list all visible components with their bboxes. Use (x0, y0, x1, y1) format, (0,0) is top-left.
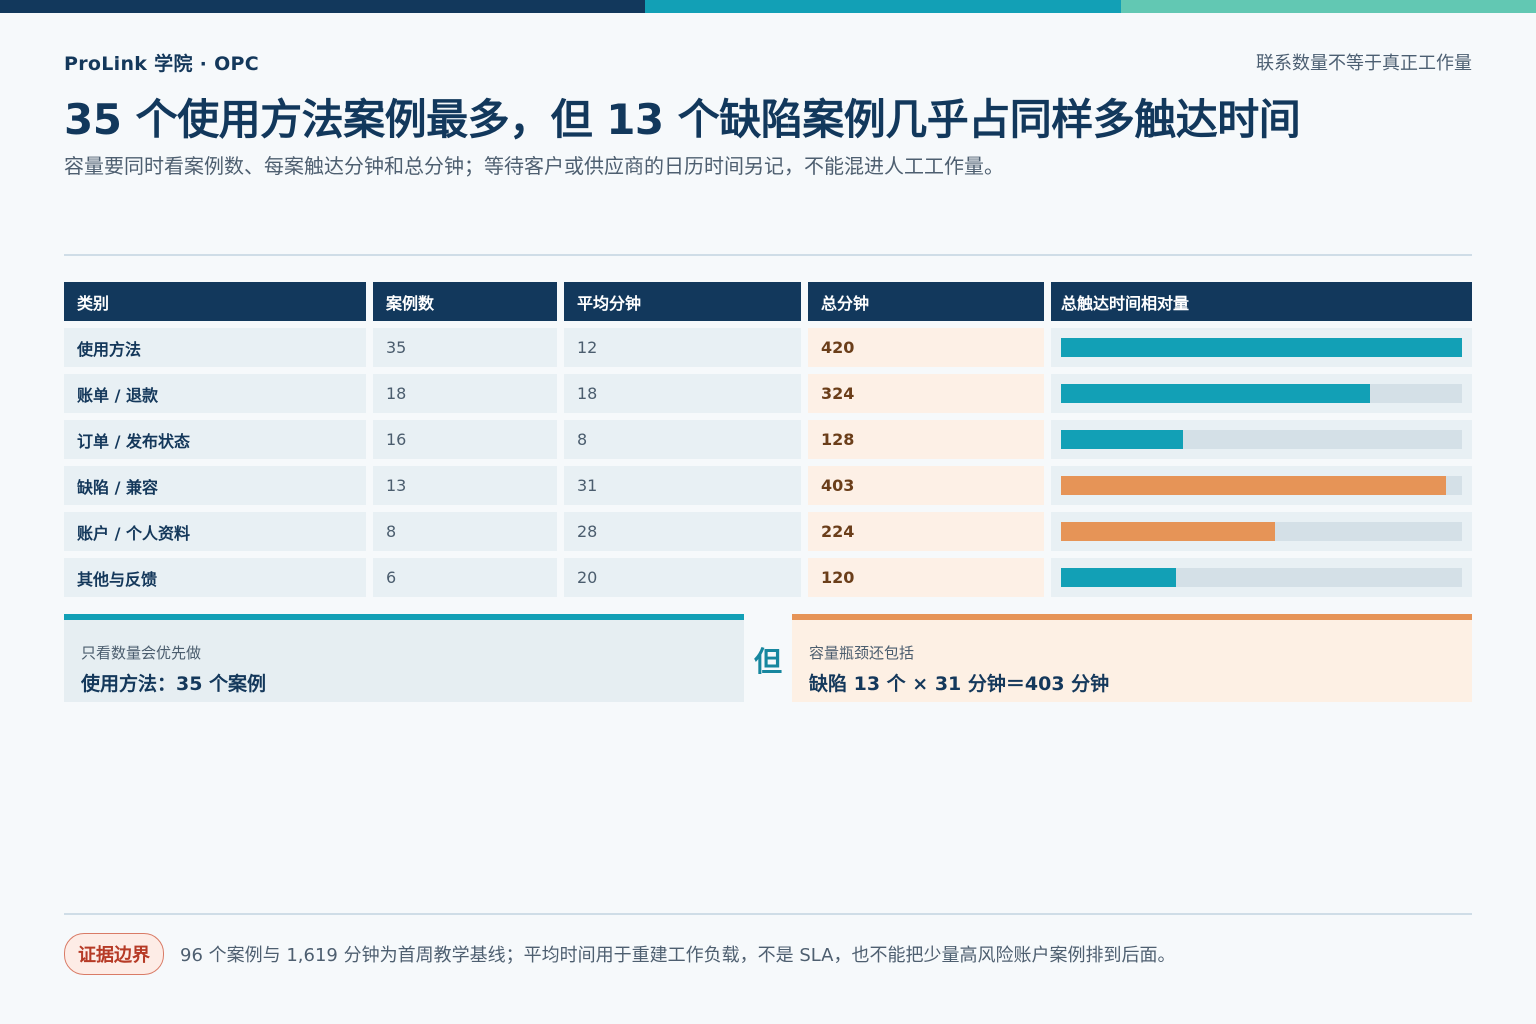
table-row: 其他与反馈 6 20 120 (64, 558, 1472, 597)
cell-relative-bar (1051, 466, 1472, 505)
cell-total-minutes: 224 (808, 512, 1044, 551)
bar-track (1061, 430, 1462, 449)
cell-relative-bar (1051, 512, 1472, 551)
cell-relative-bar (1051, 374, 1472, 413)
bar-track (1061, 384, 1462, 403)
page-title: 35 个使用方法案例最多，但 13 个缺陷案例几乎占同样多触达时间 (64, 95, 1301, 144)
table-row: 订单 / 发布状态 16 8 128 (64, 420, 1472, 459)
cell-avg-minutes: 20 (564, 558, 801, 597)
cell-total-minutes: 120 (808, 558, 1044, 597)
cell-relative-bar (1051, 420, 1472, 459)
cell-avg-minutes: 28 (564, 512, 801, 551)
callout-left-value: 使用方法：35 个案例 (81, 673, 267, 695)
cell-total-minutes: 128 (808, 420, 1044, 459)
callout-right-value: 缺陷 13 个 × 31 分钟＝403 分钟 (809, 673, 1110, 695)
page-subtitle: 容量要同时看案例数、每案触达分钟和总分钟；等待客户或供应商的日历时间另记，不能混… (64, 154, 1004, 178)
cell-cases: 8 (373, 512, 557, 551)
accent-segment-mint (1121, 0, 1536, 13)
cell-cases: 13 (373, 466, 557, 505)
cell-category: 缺陷 / 兼容 (64, 466, 366, 505)
cell-total-minutes: 403 (808, 466, 1044, 505)
cell-category: 使用方法 (64, 328, 366, 367)
accent-segment-navy (0, 0, 645, 13)
cell-avg-minutes: 31 (564, 466, 801, 505)
cell-total-minutes: 420 (808, 328, 1044, 367)
accent-segment-teal (645, 0, 1121, 13)
cell-category: 账单 / 退款 (64, 374, 366, 413)
cell-category: 账户 / 个人资料 (64, 512, 366, 551)
table-row: 使用方法 35 12 420 (64, 328, 1472, 367)
bar-fill (1061, 522, 1275, 541)
evidence-boundary-badge: 证据边界 (64, 933, 164, 975)
callout-capacity-bottleneck: 容量瓶颈还包括 缺陷 13 个 × 31 分钟＝403 分钟 (792, 614, 1472, 702)
bar-fill (1061, 476, 1446, 495)
header-relative-time: 总触达时间相对量 (1051, 282, 1472, 321)
bar-track (1061, 522, 1462, 541)
bar-fill (1061, 430, 1184, 449)
callout-right-caption: 容量瓶颈还包括 (809, 644, 915, 662)
cell-cases: 16 (373, 420, 557, 459)
bottom-divider (64, 913, 1472, 915)
bar-fill (1061, 384, 1371, 403)
workload-table: 类别 案例数 平均分钟 总分钟 总触达时间相对量 使用方法 35 12 420 账单 /… (64, 282, 1472, 604)
header-total-minutes: 总分钟 (808, 282, 1044, 321)
bar-track (1061, 568, 1462, 587)
cell-cases: 35 (373, 328, 557, 367)
header-category: 类别 (64, 282, 366, 321)
header-avg-minutes: 平均分钟 (564, 282, 801, 321)
footer-note: 96 个案例与 1,619 分钟为首周教学基线；平均时间用于重建工作负载，不是 … (180, 945, 1176, 966)
bar-track (1061, 338, 1462, 357)
but-connector: 但 (754, 645, 783, 678)
cell-relative-bar (1051, 558, 1472, 597)
cell-avg-minutes: 8 (564, 420, 801, 459)
bar-fill (1061, 338, 1462, 357)
top-accent-bar (0, 0, 1536, 13)
cell-avg-minutes: 18 (564, 374, 801, 413)
cell-category: 其他与反馈 (64, 558, 366, 597)
callout-left-caption: 只看数量会优先做 (81, 644, 202, 662)
cell-relative-bar (1051, 328, 1472, 367)
table-row: 账户 / 个人资料 8 28 224 (64, 512, 1472, 551)
cell-avg-minutes: 12 (564, 328, 801, 367)
cell-cases: 6 (373, 558, 557, 597)
table-header-row: 类别 案例数 平均分钟 总分钟 总触达时间相对量 (64, 282, 1472, 321)
footer: 证据边界 96 个案例与 1,619 分钟为首周教学基线；平均时间用于重建工作负… (64, 933, 1176, 975)
bar-fill (1061, 568, 1176, 587)
cell-category: 订单 / 发布状态 (64, 420, 366, 459)
cell-total-minutes: 324 (808, 374, 1044, 413)
header-cases: 案例数 (373, 282, 557, 321)
brand-label: ProLink 学院 · OPC (64, 53, 260, 75)
table-row: 账单 / 退款 18 18 324 (64, 374, 1472, 413)
table-row: 缺陷 / 兼容 13 31 403 (64, 466, 1472, 505)
top-divider (64, 254, 1472, 256)
bar-track (1061, 476, 1462, 495)
cell-cases: 18 (373, 374, 557, 413)
callout-count-priority: 只看数量会优先做 使用方法：35 个案例 (64, 614, 744, 702)
header-note: 联系数量不等于真正工作量 (1256, 53, 1472, 74)
